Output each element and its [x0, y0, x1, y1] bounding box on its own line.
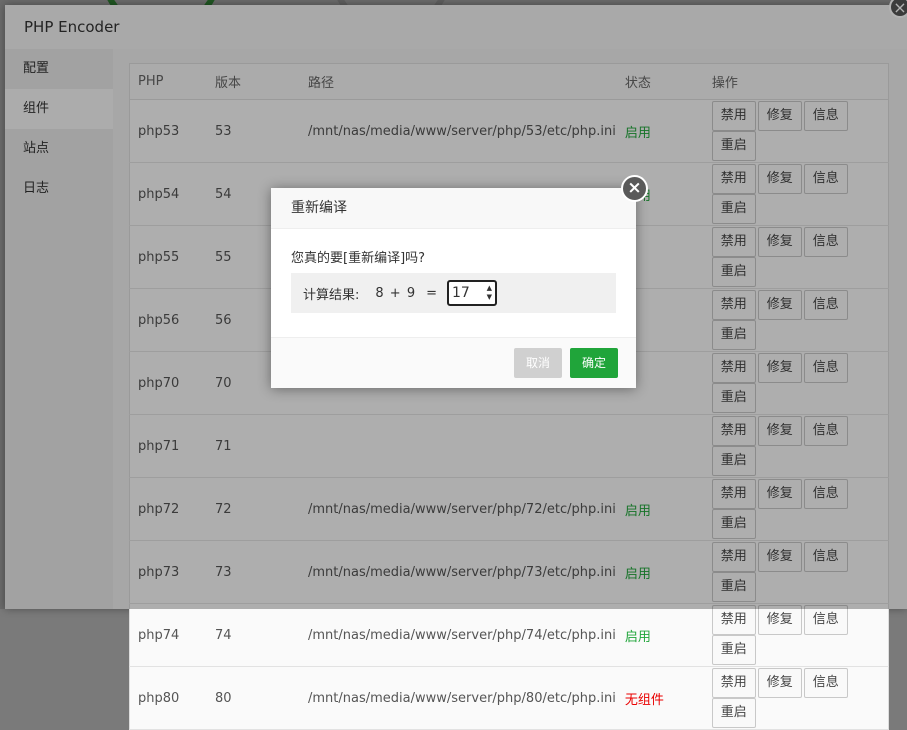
- dialog-footer: 取消 确定: [271, 337, 636, 388]
- php-name-cell: php80: [129, 666, 207, 730]
- status-cell: 无组件: [616, 666, 708, 730]
- info-button[interactable]: 信息: [803, 668, 848, 698]
- recompile-dialog: 重新编译 × 您真的要[重新编译]吗? 计算结果: 8 + 9 = 17 ▲ ▼ …: [271, 175, 648, 388]
- dialog-close-button[interactable]: ×: [621, 175, 648, 202]
- dialog-message: 您真的要[重新编译]吗?: [291, 251, 426, 266]
- php-name-cell: php74: [129, 603, 207, 667]
- restart-button[interactable]: 重启: [711, 698, 756, 728]
- dialog-body: 您真的要[重新编译]吗? 计算结果: 8 + 9 = 17 ▲ ▼: [271, 229, 636, 313]
- repair-button[interactable]: 修复: [757, 668, 802, 698]
- ini-path-cell: /mnt/nas/media/www/server/php/80/etc/php…: [300, 666, 617, 730]
- close-icon: ×: [627, 178, 642, 198]
- ini-path-cell: /mnt/nas/media/www/server/php/74/etc/php…: [300, 603, 617, 667]
- php-version-cell: 80: [207, 666, 300, 730]
- number-spinner-icon[interactable]: ▲ ▼: [487, 284, 492, 302]
- php-version-cell: 74: [207, 603, 300, 667]
- table-row: php80 80/mnt/nas/media/www/server/php/80/…: [129, 666, 889, 730]
- actions-cell: 禁用 修复 信息重启: [707, 666, 889, 730]
- disable-button[interactable]: 禁用: [711, 668, 756, 698]
- restart-button[interactable]: 重启: [711, 635, 756, 665]
- info-button[interactable]: 信息: [803, 605, 848, 635]
- captcha-box: 计算结果: 8 + 9 = 17 ▲ ▼: [291, 273, 616, 313]
- captcha-expression: 8 + 9: [375, 285, 417, 301]
- actions-cell: 禁用 修复 信息重启: [707, 603, 889, 667]
- captcha-answer-value: 17: [452, 285, 470, 301]
- dialog-title: 重新编译: [271, 188, 636, 229]
- confirm-button[interactable]: 确定: [570, 348, 618, 378]
- status-cell: 启用: [616, 603, 708, 667]
- captcha-answer-input[interactable]: 17 ▲ ▼: [447, 280, 497, 306]
- captcha-label: 计算结果:: [303, 287, 360, 303]
- cancel-button[interactable]: 取消: [514, 348, 562, 378]
- disable-button[interactable]: 禁用: [711, 605, 756, 635]
- table-row: php74 74/mnt/nas/media/www/server/php/74/…: [129, 603, 889, 667]
- repair-button[interactable]: 修复: [757, 605, 802, 635]
- captcha-equals: =: [426, 285, 437, 301]
